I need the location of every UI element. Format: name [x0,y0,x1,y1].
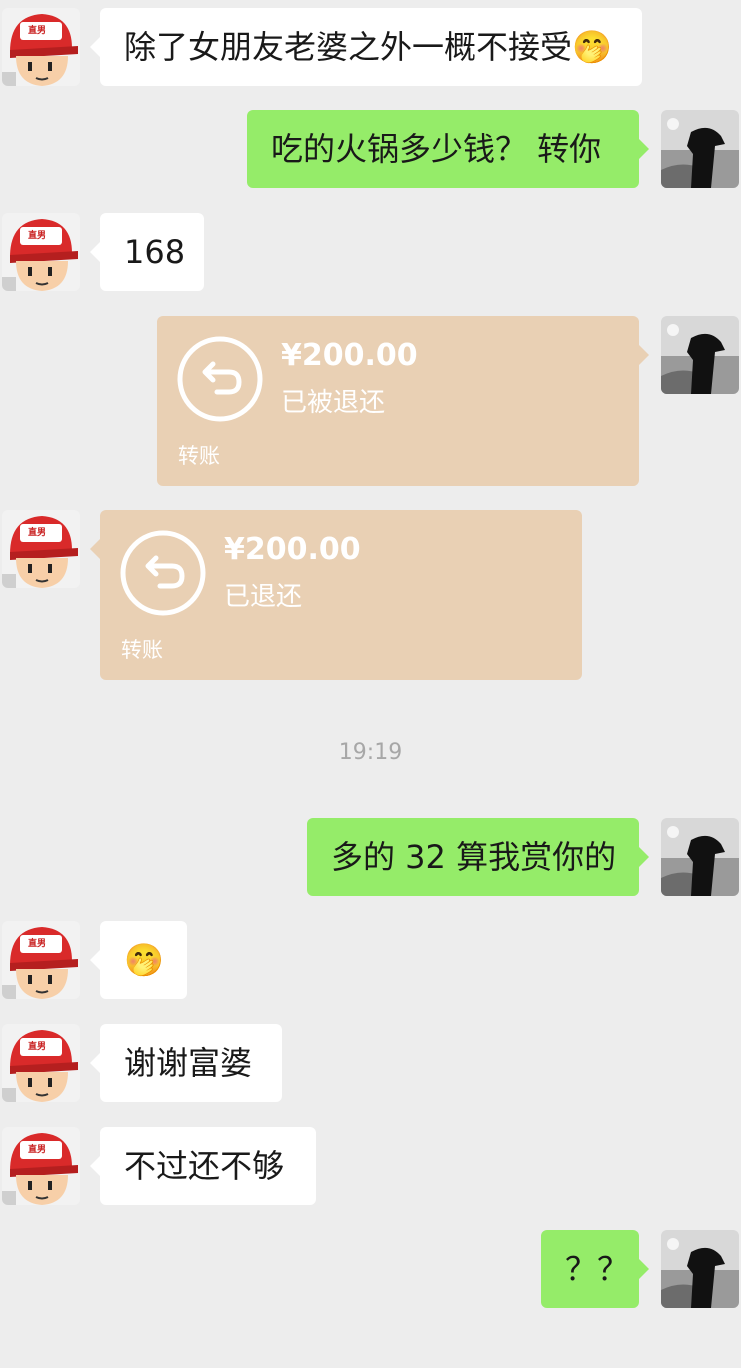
message-text: 谢谢富婆 [124,1044,253,1082]
transfer-amount: ¥200.00 [281,338,418,373]
message-text: ？？ [565,1250,630,1288]
message-bubble[interactable]: 168 [90,213,204,291]
contact-avatar[interactable]: 直男 [2,1024,80,1102]
transfer-label: 转账 [121,638,163,662]
self-avatar[interactable] [661,110,739,188]
message-bubble[interactable]: 多的 32 算我赏你的 [307,818,649,896]
transfer-label: 转账 [178,444,220,468]
contact-avatar[interactable]: 直男 [2,213,80,291]
message-bubble[interactable]: 不过还不够 [90,1127,316,1205]
transfer-card[interactable]: ¥200.00 已被退还 转账 [157,316,649,486]
message-bubble[interactable]: ？？ [541,1230,649,1308]
contact-avatar[interactable]: 直男 [2,1127,80,1205]
self-avatar[interactable] [661,1230,739,1308]
message-text: 不过还不够 [124,1147,285,1185]
message-bubble[interactable]: 🤭 [90,921,187,999]
message-text: 168 [124,233,186,271]
avatar-badge-text: 直男 [28,1042,47,1052]
avatar-badge-text: 直男 [28,26,47,36]
self-avatar[interactable] [661,818,739,896]
message-timestamp: 19:19 [338,740,403,765]
message-text: 多的 32 算我赏你的 [331,838,617,876]
message-text: 除了女朋友老婆之外一概不接受 [124,28,573,66]
avatar-badge-text: 直男 [28,1145,47,1155]
message-bubble[interactable]: 除了女朋友老婆之外一概不接受🤭 [90,8,642,86]
thinking-emoji-icon: 🤭 [124,941,164,979]
transfer-card[interactable]: ¥200.00 已退还 转账 [90,510,582,680]
contact-avatar[interactable]: 直男 [2,510,80,588]
avatar-badge-text: 直男 [28,528,47,538]
refund-icon [177,336,263,422]
avatar-badge-text: 直男 [28,939,47,949]
avatar-badge-text: 直男 [28,231,47,241]
transfer-status: 已被退还 [281,388,386,418]
self-avatar[interactable] [661,316,739,394]
message-bubble[interactable]: 谢谢富婆 [90,1024,282,1102]
contact-avatar[interactable]: 直男 [2,921,80,999]
message-text: 吃的火锅多少钱？ 转你 [271,130,602,168]
refund-icon [120,530,206,616]
transfer-amount: ¥200.00 [224,532,361,567]
thinking-emoji-icon: 🤭 [572,28,612,66]
message-bubble[interactable]: 吃的火锅多少钱？ 转你 [247,110,649,188]
contact-avatar[interactable]: 直男 [2,8,80,86]
transfer-status: 已退还 [224,582,303,612]
